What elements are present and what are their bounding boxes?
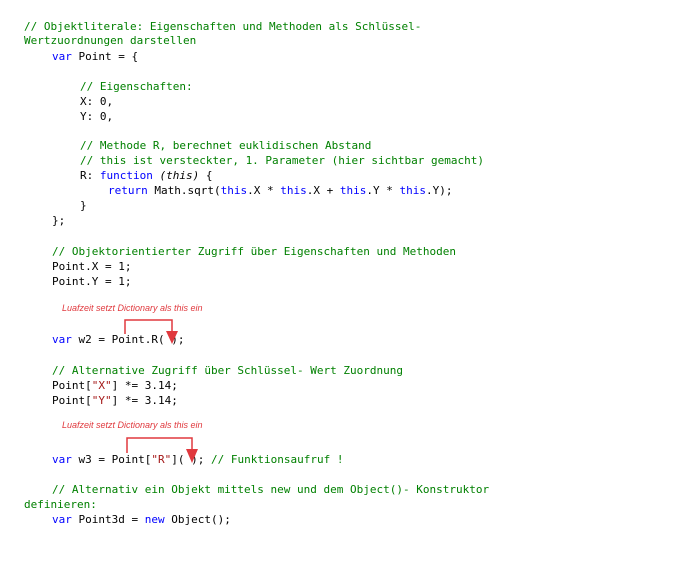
annotation-arrow-1 <box>124 319 178 344</box>
annotation-arrows <box>124 319 198 463</box>
code-view: // Objektliterale: Eigenschaften und Met… <box>0 0 680 567</box>
annotation-arrow-2 <box>126 437 198 463</box>
